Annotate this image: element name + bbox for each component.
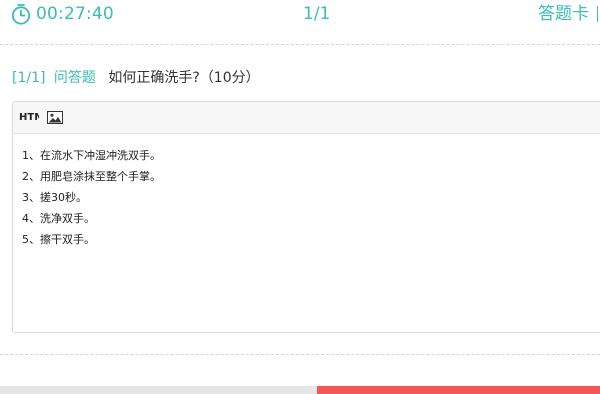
- question-progress: 1/1: [303, 4, 331, 24]
- exam-page: 00:27:40 1/1 答题卡 [1/1] 问答题 如何正确洗手?（10分） …: [0, 0, 600, 394]
- answer-line: 2、用肥皂涂抹至整个手掌。: [22, 170, 161, 183]
- editor-toolbar: HTML: [13, 102, 600, 134]
- question-header: [1/1] 问答题 如何正确洗手?（10分）: [12, 68, 260, 88]
- previous-button[interactable]: [0, 386, 317, 394]
- top-bar: 00:27:40 1/1 答题卡: [0, 0, 600, 45]
- answer-editor[interactable]: HTML 1、在流水下冲湿冲洗双手。 2、用肥皂涂抹至整个手掌。 3、搓30秒。…: [12, 101, 600, 333]
- answer-card-button[interactable]: 答题卡: [538, 2, 600, 26]
- question-type: 问答题: [53, 70, 96, 86]
- submit-button[interactable]: [317, 386, 600, 394]
- timer-text: 00:27:40: [36, 4, 114, 24]
- answer-line: 4、洗净双手。: [22, 212, 95, 225]
- image-icon[interactable]: [47, 111, 63, 124]
- countdown-timer: 00:27:40: [10, 2, 114, 26]
- question-index: [1/1]: [12, 70, 46, 86]
- stopwatch-icon: [10, 3, 32, 25]
- question-text: 如何正确洗手?（10分）: [108, 70, 260, 86]
- html-source-button[interactable]: HTML: [19, 112, 39, 123]
- answer-line: 1、在流水下冲湿冲洗双手。: [22, 149, 161, 162]
- answer-card-divider: [597, 6, 598, 22]
- editor-content[interactable]: 1、在流水下冲湿冲洗双手。 2、用肥皂涂抹至整个手掌。 3、搓30秒。 4、洗净…: [13, 134, 600, 250]
- answer-line: 5、擦干双手。: [22, 233, 95, 246]
- bottom-divider: [0, 354, 600, 355]
- answer-card-label: 答题卡: [538, 4, 589, 24]
- answer-line: 3、搓30秒。: [22, 191, 87, 204]
